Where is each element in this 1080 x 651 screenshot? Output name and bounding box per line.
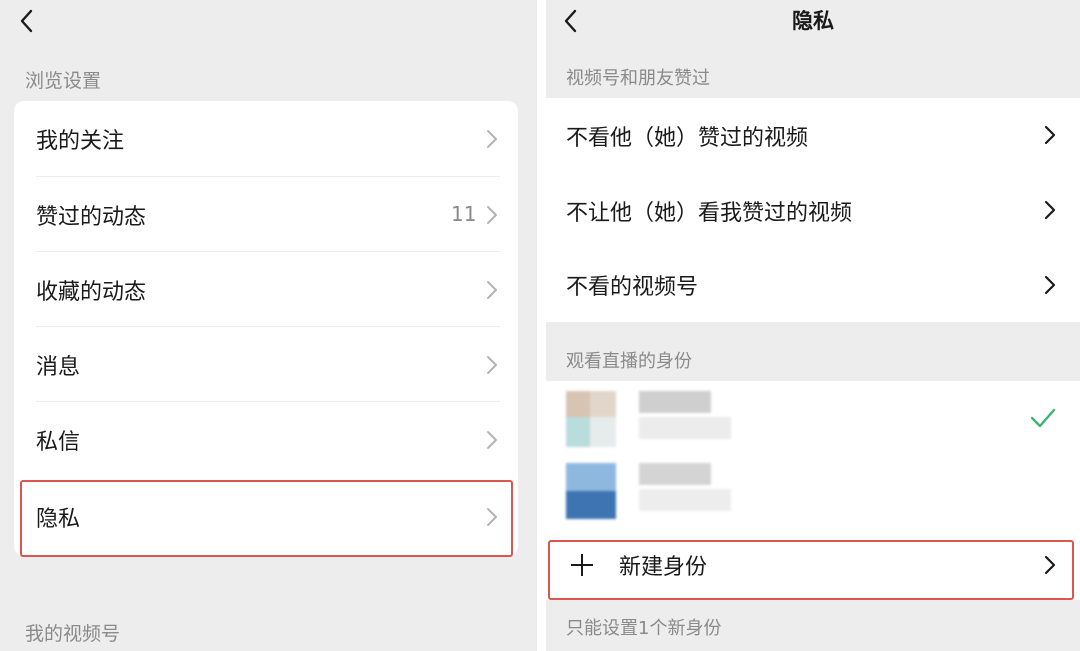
identity-name-blurred — [639, 391, 711, 413]
back-button[interactable] — [14, 6, 40, 36]
liked-settings-card: 不看他（她）赞过的视频 不让他（她）看我赞过的视频 不看的视频号 — [546, 98, 1080, 322]
section-label-liked: 视频号和朋友赞过 — [566, 68, 710, 89]
row-hide-my-likes[interactable]: 不让他（她）看我赞过的视频 — [546, 173, 1080, 248]
identity-option[interactable] — [546, 381, 1080, 453]
section-label-live-identity: 观看直播的身份 — [566, 351, 692, 372]
checkmark-icon — [1030, 408, 1056, 428]
chevron-right-icon — [1044, 200, 1056, 220]
row-liked-posts[interactable]: 赞过的动态 11 — [14, 177, 518, 252]
section-label-my-channel: 我的视频号 — [25, 623, 121, 645]
liked-count: 11 — [451, 202, 477, 226]
chevron-right-icon — [1044, 275, 1056, 295]
row-saved-posts[interactable]: 收藏的动态 — [14, 252, 518, 327]
page-title: 隐私 — [792, 9, 834, 33]
row-label: 我的关注 — [36, 129, 125, 154]
row-hidden-channels[interactable]: 不看的视频号 — [546, 248, 1080, 322]
row-following[interactable]: 我的关注 — [14, 101, 518, 177]
chevron-left-icon — [20, 9, 33, 33]
row-label: 赞过的动态 — [36, 204, 147, 230]
row-label: 不看他（她）赞过的视频 — [566, 125, 809, 151]
right-screen: 隐私 视频号和朋友赞过 不看他（她）赞过的视频 不让他（她）看我赞过的视频 不看… — [546, 0, 1080, 651]
chevron-right-icon — [1044, 125, 1056, 145]
chevron-right-icon — [486, 205, 498, 225]
chevron-right-icon — [486, 280, 498, 300]
chevron-right-icon — [486, 355, 498, 375]
row-label: 不让他（她）看我赞过的视频 — [566, 200, 853, 226]
row-messages[interactable]: 消息 — [14, 327, 518, 402]
identity-desc-blurred — [639, 489, 731, 511]
row-label: 收藏的动态 — [36, 279, 147, 305]
identity-desc-blurred — [639, 417, 731, 439]
chevron-right-icon — [486, 129, 498, 149]
identity-name-blurred — [639, 463, 711, 485]
row-hide-their-likes[interactable]: 不看他（她）赞过的视频 — [546, 98, 1080, 173]
row-label: 不看的视频号 — [566, 275, 699, 300]
avatar — [566, 391, 616, 449]
row-label: 私信 — [36, 429, 81, 455]
row-label: 消息 — [36, 354, 81, 380]
identity-option[interactable] — [546, 453, 1080, 529]
avatar — [566, 463, 616, 523]
section-label-browse: 浏览设置 — [25, 70, 102, 92]
chevron-right-icon — [486, 430, 498, 450]
row-direct-messages[interactable]: 私信 — [14, 402, 518, 477]
highlight-box-new-identity — [548, 540, 1074, 600]
left-screen: 浏览设置 我的关注 赞过的动态 11 收藏的动态 消息 私信 隐私 我的视频号 — [0, 0, 537, 651]
highlight-box-privacy — [20, 480, 513, 557]
footer-note: 只能设置1个新身份 — [566, 618, 722, 639]
